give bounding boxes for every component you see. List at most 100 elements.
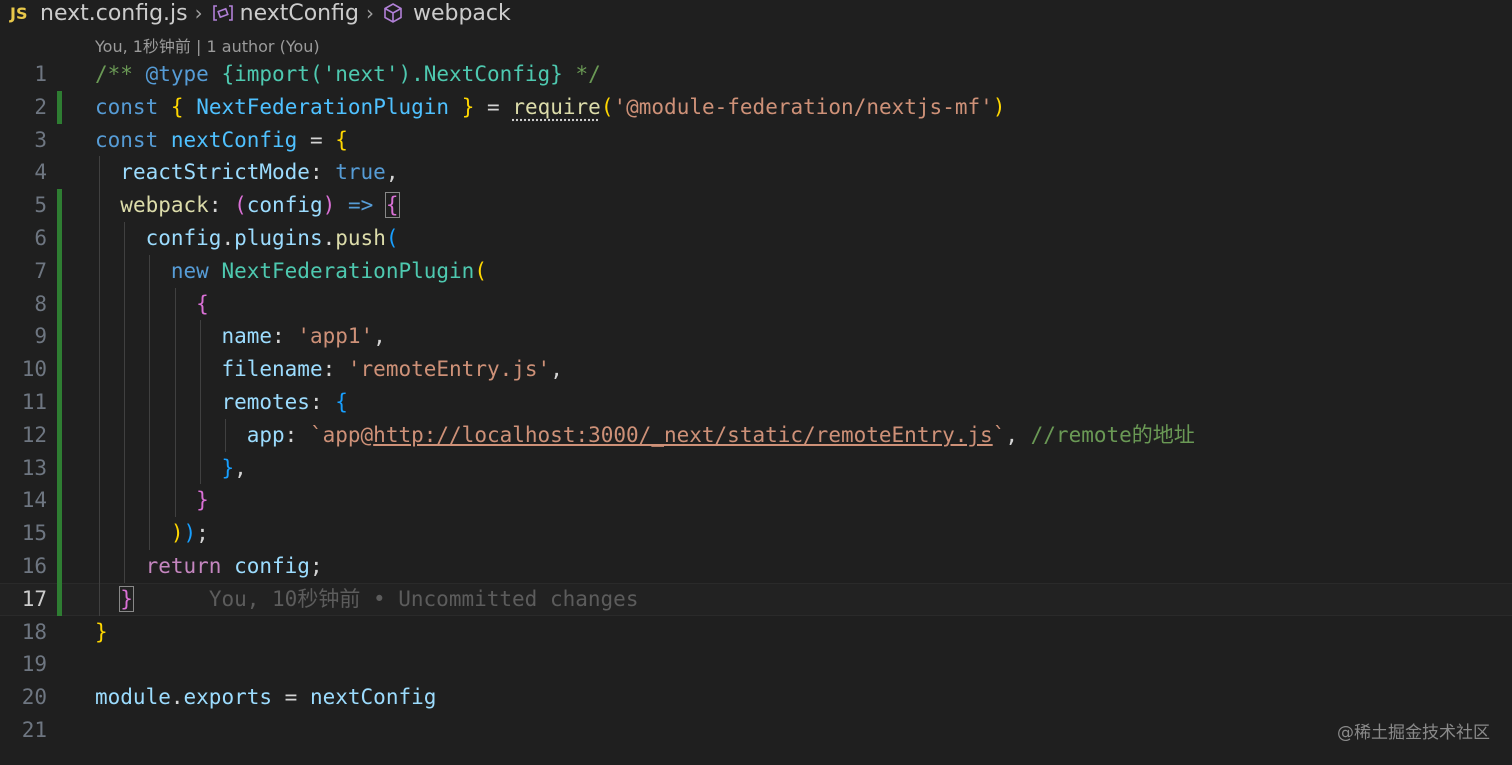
code-text: reactStrictMode: true, — [95, 156, 398, 189]
line-number: 13 — [21, 455, 47, 480]
line-number: 5 — [34, 193, 47, 218]
code-line[interactable]: 20 module.exports = nextConfig — [0, 681, 1512, 714]
code-token: const — [95, 127, 159, 152]
line-number: 19 — [21, 652, 47, 677]
git-modified-marker[interactable] — [57, 90, 62, 124]
git-modified-marker[interactable] — [57, 320, 62, 354]
git-modified-marker[interactable] — [57, 287, 62, 321]
line-number: 3 — [34, 127, 47, 152]
git-modified-marker[interactable] — [57, 418, 62, 452]
code-line[interactable]: 3 const nextConfig = { — [0, 124, 1512, 157]
code-line[interactable]: 9 name: 'app1', — [0, 320, 1512, 354]
git-modified-marker[interactable] — [57, 451, 62, 485]
code-token: ; — [309, 553, 323, 578]
code-token: { — [196, 291, 209, 316]
git-modified-marker[interactable] — [57, 484, 62, 518]
code-token: { — [335, 127, 348, 152]
watermark: @稀土掘金技术社区 — [1337, 723, 1490, 743]
breadcrumb-property[interactable]: webpack — [413, 1, 511, 26]
code-line[interactable]: 13 }, — [0, 451, 1512, 485]
line-number: 15 — [21, 521, 47, 546]
code-token: {import('next').NextConfig} — [221, 62, 563, 86]
code-line[interactable]: 18} — [0, 616, 1512, 649]
code-token: exports — [183, 685, 273, 710]
code-token: reactStrictMode — [120, 160, 310, 185]
code-token: /** — [95, 62, 146, 86]
code-line[interactable]: 14 } — [0, 484, 1512, 518]
code-token: } — [95, 619, 108, 644]
code-line[interactable]: 12 app: `app@http://localhost:3000/_next… — [0, 418, 1512, 452]
code-line[interactable]: 10 filename: 'remoteEntry.js', — [0, 353, 1512, 386]
code-token: . — [221, 225, 235, 250]
code-text: }, — [95, 452, 246, 485]
code-line[interactable]: 11 remotes: { — [0, 385, 1512, 419]
code-line[interactable]: 17 } You, 10秒钟前 • Uncommitted changes — [0, 582, 1512, 616]
code-line[interactable]: 5 webpack: (config) => { — [0, 189, 1512, 222]
git-modified-marker[interactable] — [57, 221, 62, 255]
code-line[interactable]: 2 const { NextFederationPlugin } = requir… — [0, 90, 1512, 124]
git-modified-marker[interactable] — [57, 189, 62, 222]
code-token: = — [272, 685, 310, 710]
code-token: } — [196, 488, 209, 513]
code-line[interactable]: 19 — [0, 648, 1512, 681]
method-cube-icon — [381, 1, 405, 25]
code-text: filename: 'remoteEntry.js', — [95, 353, 562, 386]
code-token: : — [309, 389, 336, 414]
code-line[interactable]: 16 return config; — [0, 549, 1512, 583]
code-line[interactable]: 4 reactStrictMode: true, — [0, 156, 1512, 190]
git-modified-marker[interactable] — [57, 549, 62, 583]
code-line[interactable]: 15 )); — [0, 517, 1512, 550]
line-number: 21 — [21, 717, 47, 742]
code-line[interactable]: 1 /** @type {import('next').NextConfig} *… — [0, 58, 1512, 91]
code-text: app: `app@http://localhost:3000/_next/st… — [95, 419, 1195, 452]
code-token: app — [246, 422, 285, 447]
code-line[interactable]: 7 new NextFederationPlugin( — [0, 254, 1512, 288]
git-modified-marker[interactable] — [57, 353, 62, 386]
code-token: plugins — [234, 225, 323, 250]
code-token: http://localhost:3000/_next/static/remot… — [373, 422, 993, 447]
line-number: 2 — [34, 94, 47, 119]
code-token: filename — [221, 357, 323, 382]
code-token: config — [145, 225, 222, 250]
git-modified-marker[interactable] — [57, 385, 62, 419]
code-token: NextFederationPlugin — [221, 258, 475, 283]
code-token: ` — [992, 422, 1006, 447]
code-token: module — [95, 685, 171, 710]
codelens-blame[interactable]: You, 1秒钟前 | 1 author (You) — [95, 33, 320, 57]
code-text: } — [95, 616, 108, 649]
line-number: 9 — [34, 324, 47, 349]
git-modified-marker[interactable] — [57, 254, 62, 288]
code-text: new NextFederationPlugin( — [95, 255, 487, 288]
git-modified-marker[interactable] — [57, 582, 62, 616]
code-token: config — [246, 193, 323, 218]
git-modified-marker[interactable] — [57, 517, 62, 550]
breadcrumb: JS next.config.js › nextConfig › webpack — [0, 0, 1512, 26]
breadcrumb-variable[interactable]: nextConfig — [240, 1, 359, 26]
code-token: . — [322, 225, 336, 250]
code-token: => — [347, 193, 374, 218]
line-number: 8 — [34, 291, 47, 316]
code-text: return config; — [95, 550, 323, 583]
code-token: nextConfig — [309, 685, 437, 710]
code-token: NextFederationPlugin — [196, 94, 450, 119]
code-token: push — [335, 225, 386, 250]
code-line[interactable]: 21 — [0, 714, 1512, 747]
breadcrumb-file[interactable]: next.config.js — [40, 1, 188, 26]
code-text: const { NextFederationPlugin } = require… — [95, 91, 1005, 124]
line-number: 12 — [21, 422, 47, 447]
code-line[interactable]: 6 config.plugins.push( — [0, 221, 1512, 255]
code-editor[interactable]: 1 /** @type {import('next').NextConfig} *… — [0, 58, 1512, 747]
code-line[interactable]: 8 { — [0, 287, 1512, 321]
